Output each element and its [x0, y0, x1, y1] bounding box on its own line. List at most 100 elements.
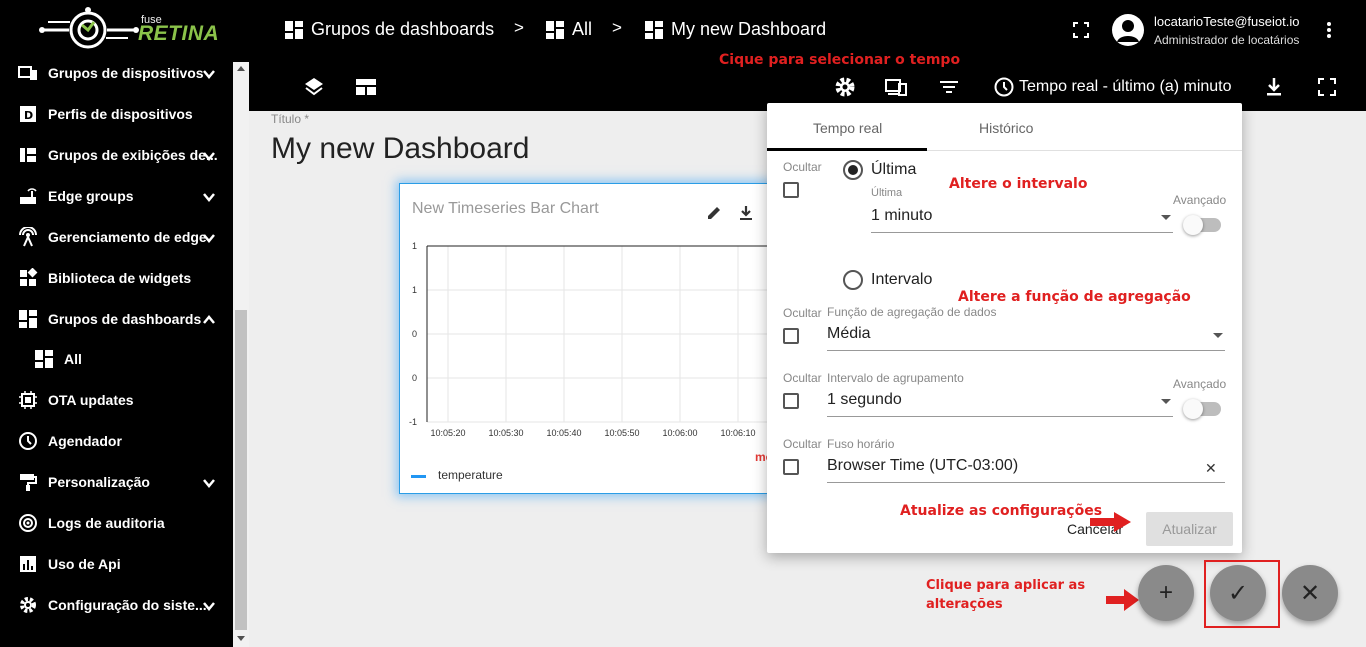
breadcrumb-separator: > — [514, 18, 524, 37]
gear-icon — [20, 597, 36, 613]
sidebar-item-api-usage[interactable]: Uso de Api — [18, 553, 121, 575]
clear-icon[interactable]: ✕ — [1205, 460, 1217, 477]
sidebar-scrollbar-thumb[interactable] — [235, 310, 247, 630]
router-icon — [20, 188, 37, 204]
sidebar-item-ota-updates[interactable]: OTA updates — [18, 389, 134, 411]
sidebar-item-label: Uso de Api — [48, 556, 121, 572]
toggle-knob — [1183, 399, 1203, 419]
apply-highlight-box — [1204, 560, 1280, 628]
last-radio-label: Última — [871, 161, 917, 178]
fullscreen-icon[interactable] — [1073, 22, 1089, 38]
select-value: Média — [827, 325, 871, 342]
chevron-down-icon[interactable] — [202, 599, 216, 613]
hide-label: Ocultar — [783, 437, 822, 451]
layers-icon[interactable] — [303, 76, 325, 98]
devices-icon[interactable] — [885, 76, 907, 98]
chart-grid — [427, 245, 770, 423]
timezone-input[interactable]: Browser Time (UTC-03:00) — [827, 453, 1225, 483]
sidebar-item-widget-library[interactable]: Biblioteca de widgets — [18, 267, 191, 289]
x-axis: 10:05:20 10:05:30 10:05:40 10:05:50 10:06:00… — [430, 428, 755, 438]
bar-chart: 1100-1 10:05:20 10:05:30 10:05:40 10:05:50 1… — [409, 241, 770, 438]
sidebar-item-audit-logs[interactable]: Logs de auditoria — [18, 512, 165, 534]
last-interval-select[interactable]: 1 minuto — [871, 203, 1173, 233]
last-radio[interactable] — [843, 160, 863, 180]
fullscreen-icon[interactable] — [1316, 76, 1338, 98]
tab-realtime[interactable]: Tempo real — [813, 120, 882, 136]
group-interval-select[interactable]: 1 segundo — [827, 387, 1173, 417]
tab-history[interactable]: Histórico — [979, 120, 1033, 136]
x-tick-label: 10:05:40 — [546, 428, 581, 438]
sidebar-item-all[interactable]: All — [34, 348, 82, 370]
more-vert-icon[interactable] — [1326, 21, 1332, 39]
dashboard-title-input[interactable]: My new Dashboard — [271, 132, 529, 166]
layout-icon[interactable] — [355, 76, 377, 98]
download-icon[interactable] — [1263, 76, 1285, 98]
hide-group-checkbox[interactable] — [783, 393, 799, 409]
timewindow-label[interactable]: Tempo real - último (a) minuto — [1019, 78, 1232, 96]
advanced-toggle[interactable] — [1183, 215, 1221, 235]
scroll-up-icon[interactable] — [237, 66, 245, 71]
legend-label[interactable]: temperature — [438, 468, 503, 482]
sidebar-item-system-settings[interactable]: Configuração do siste... — [18, 594, 207, 616]
sidebar-item-device-profiles[interactable]: D Perfis de dispositivos — [18, 103, 193, 125]
y-tick-label: 0 — [412, 373, 417, 383]
timeseries-bar-chart-widget[interactable]: New Timeseries Bar Chart 1 1 0 0 -1 10:05:20… — [399, 183, 771, 494]
hide-agg-checkbox[interactable] — [783, 328, 799, 344]
sidebar-item-view-groups[interactable]: Grupos de exibições de... — [18, 144, 218, 166]
sidebar-item-scheduler[interactable]: Agendador — [18, 430, 122, 452]
device-profile-icon: D — [20, 106, 36, 122]
sidebar-item-dashboard-groups[interactable]: Grupos de dashboards — [18, 308, 201, 330]
x-tick-label: 10:05:20 — [430, 428, 465, 438]
advanced-label: Avançado — [1173, 377, 1227, 391]
aggregation-select[interactable]: Média — [827, 321, 1225, 351]
discard-changes-button[interactable]: ✕ — [1282, 565, 1338, 621]
sidebar-item-device-groups[interactable]: Grupos de dispositivos — [18, 62, 204, 84]
x-tick-label: 10:05:30 — [488, 428, 523, 438]
interval-radio[interactable] — [843, 270, 863, 290]
hide-label: Ocultar — [783, 306, 822, 320]
filter-icon[interactable] — [938, 76, 960, 98]
hide-last-checkbox[interactable] — [783, 182, 799, 198]
clock-icon[interactable] — [993, 76, 1015, 98]
update-button[interactable]: Atualizar — [1146, 512, 1233, 546]
dashboard-icon — [285, 20, 303, 39]
logo[interactable]: fuse RETINA — [36, 4, 219, 56]
audit-icon — [19, 514, 37, 532]
chevron-up-icon[interactable] — [202, 313, 216, 327]
download-icon[interactable] — [737, 204, 755, 222]
annotation-arrow-icon — [965, 66, 985, 80]
chevron-down-icon[interactable] — [202, 476, 216, 490]
hide-timezone-checkbox[interactable] — [783, 459, 799, 475]
breadcrumb-dashboard-groups[interactable]: Grupos de dashboards — [285, 19, 494, 40]
edit-icon[interactable] — [705, 204, 723, 222]
sidebar-item-edge-management[interactable]: Gerenciamento de edge — [18, 226, 207, 248]
breadcrumb-all[interactable]: All — [546, 19, 592, 40]
chevron-down-icon[interactable] — [202, 231, 216, 245]
dropdown-arrow-icon — [1213, 333, 1223, 338]
breadcrumb-current-dashboard: My new Dashboard — [645, 19, 826, 40]
sidebar-item-label: All — [64, 351, 82, 367]
annotation-arrow-icon — [1090, 512, 1131, 532]
sidebar-item-edge-groups[interactable]: Edge groups — [18, 185, 134, 207]
add-widget-button[interactable]: + — [1138, 565, 1194, 621]
dashboard-icon — [546, 20, 564, 39]
sidebar-item-label: Grupos de dispositivos — [48, 65, 204, 81]
widgets-icon — [20, 268, 38, 286]
x-tick-label: 10:06:10 — [720, 428, 755, 438]
sidebar-item-label: Agendador — [48, 433, 122, 449]
gear-icon[interactable] — [834, 76, 856, 98]
legend-swatch — [411, 475, 426, 478]
sidebar-item-customization[interactable]: Personalização — [18, 471, 150, 493]
hide-label: Ocultar — [783, 371, 822, 385]
advanced-toggle[interactable] — [1183, 399, 1221, 419]
last-select-hint: Última — [871, 187, 903, 199]
scroll-down-icon[interactable] — [237, 636, 245, 641]
logo-emblem-icon — [39, 7, 139, 49]
x-tick-label: 10:05:50 — [604, 428, 639, 438]
y-axis: 1 1 0 0 -1 — [409, 241, 417, 427]
top-bar: fuse RETINA Grupos de dashboards > All >… — [0, 0, 1366, 62]
chevron-down-icon[interactable] — [202, 149, 216, 163]
chevron-down-icon[interactable] — [202, 190, 216, 204]
chevron-down-icon[interactable] — [202, 67, 216, 81]
y-tick-label: 0 — [412, 329, 417, 339]
